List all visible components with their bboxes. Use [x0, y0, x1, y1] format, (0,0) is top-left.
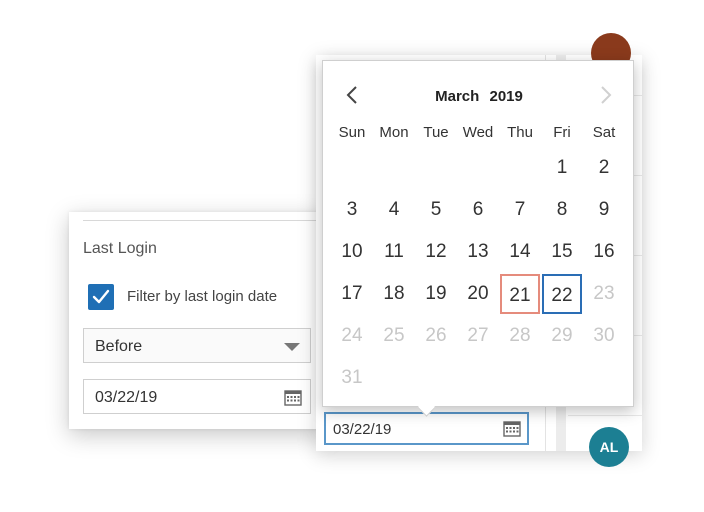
calendar-day[interactable]: 8	[542, 190, 582, 230]
filter-by-date-label[interactable]: Filter by last login date	[127, 288, 277, 305]
divider	[83, 220, 329, 221]
calendar-day[interactable]: 15	[542, 232, 582, 272]
calendar-day[interactable]: 13	[458, 232, 498, 272]
date-input-value: 03/22/19	[95, 389, 158, 406]
calendar-day[interactable]: 14	[500, 232, 540, 272]
calendar-day[interactable]: 10	[332, 232, 372, 272]
calendar-day: 27	[467, 325, 489, 346]
calendar-day[interactable]: 1	[542, 148, 582, 188]
calendar-day[interactable]: 6	[458, 190, 498, 230]
calendar-day: 23	[593, 283, 615, 304]
filter-by-date-checkbox[interactable]	[88, 284, 114, 310]
calendar-day[interactable]: 20	[458, 274, 498, 314]
calendar-day[interactable]: 4	[374, 190, 414, 230]
calendar-icon[interactable]	[284, 389, 302, 406]
weekday-header: Wed	[462, 124, 494, 141]
calendar-day: 28	[509, 325, 531, 346]
weekday-header: Fri	[553, 124, 571, 141]
calendar-day[interactable]: 16	[584, 232, 624, 272]
checkmark-icon	[92, 289, 110, 304]
month-label: March	[435, 88, 480, 105]
calendar-day: 29	[551, 325, 573, 346]
calendar-day: 30	[593, 325, 615, 346]
filter-heading: Last Login	[83, 240, 157, 257]
calendar-date-input[interactable]: 03/22/19	[324, 412, 529, 445]
avatar[interactable]: AL	[589, 427, 629, 467]
date-input[interactable]: 03/22/19	[83, 379, 311, 414]
condition-select-value: Before	[95, 338, 143, 355]
calendar-popup: March 2019 Sun Mon Tue Wed Thu Fri Sat 1234567…	[322, 60, 635, 417]
weekday-header: Mon	[379, 124, 409, 141]
last-login-filter-panel: Last Login Filter by last login date Bef…	[69, 212, 329, 429]
calendar-day[interactable]: 19	[416, 274, 456, 314]
calendar-day[interactable]: 7	[500, 190, 540, 230]
year-label: 2019	[489, 88, 523, 105]
weekday-header: Sun	[338, 124, 366, 141]
weekday-header: Thu	[507, 124, 533, 141]
calendar-icon[interactable]	[503, 420, 521, 437]
calendar-day: 25	[383, 325, 405, 346]
month-year-title: March 2019	[323, 88, 635, 105]
calendar-day[interactable]: 18	[374, 274, 414, 314]
calendar-day[interactable]: 17	[332, 274, 372, 314]
calendar-day-today[interactable]: 21	[500, 274, 540, 314]
calendar-day[interactable]: 3	[332, 190, 372, 230]
calendar-day: 31	[341, 367, 363, 388]
weekday-header: Tue	[423, 124, 449, 141]
calendar-day[interactable]: 5	[416, 190, 456, 230]
calendar-date-input-value: 03/22/19	[333, 421, 392, 438]
calendar-day[interactable]: 12	[416, 232, 456, 272]
condition-select[interactable]: Before	[83, 328, 311, 363]
divider	[568, 415, 642, 416]
chevron-right-icon	[601, 86, 612, 104]
chevron-down-icon	[284, 343, 300, 351]
calendar-day: 24	[341, 325, 363, 346]
weekday-header: Sat	[592, 124, 616, 141]
calendar-day-selected[interactable]: 22	[542, 274, 582, 314]
calendar-day[interactable]: 11	[374, 232, 414, 272]
calendar-day[interactable]: 2	[584, 148, 624, 188]
calendar-day: 26	[425, 325, 447, 346]
calendar-day[interactable]: 9	[584, 190, 624, 230]
